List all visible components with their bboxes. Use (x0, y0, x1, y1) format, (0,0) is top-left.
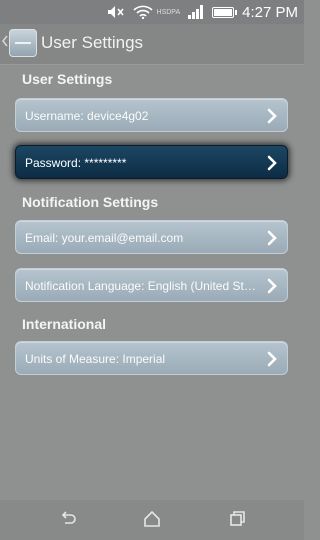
up-caret-icon[interactable] (2, 34, 8, 52)
mute-icon (107, 5, 125, 19)
section-header-user-settings: User Settings (22, 71, 113, 87)
chevron-right-icon (266, 230, 278, 246)
username-row[interactable]: Username: device4g02 (15, 98, 288, 132)
status-bar: HSDPA 4:27 PM (0, 0, 304, 24)
section-header-international: International (22, 316, 107, 332)
clock-suffix: PM (275, 3, 299, 21)
signal-strength-icon (188, 5, 204, 19)
username-label: Username: device4g02 (25, 109, 149, 123)
settings-list: User Settings Username: device4g02 Passw… (0, 65, 304, 500)
action-bar: User Settings (0, 24, 304, 65)
chevron-right-icon (266, 278, 278, 294)
notification-language-row[interactable]: Notification Language: English (United S… (15, 268, 288, 302)
password-row[interactable]: Password: ********* (15, 145, 288, 179)
chevron-right-icon (266, 108, 278, 124)
chevron-right-icon (266, 155, 278, 171)
recents-icon[interactable] (227, 510, 247, 528)
battery-icon (212, 6, 238, 18)
clock-time: 4:27 (242, 3, 272, 21)
home-icon[interactable] (142, 510, 162, 528)
password-label: Password: ********* (25, 156, 127, 170)
battery-level (214, 8, 233, 16)
units-of-measure-label: Units of Measure: Imperial (25, 352, 166, 366)
app-logo-icon[interactable] (9, 29, 37, 57)
network-type-label: HSDPA (156, 8, 181, 16)
units-of-measure-row[interactable]: Units of Measure: Imperial (15, 341, 288, 375)
section-header-notification-settings: Notification Settings (22, 194, 159, 210)
status-clock: 4:27 PM (242, 4, 298, 21)
page-title: User Settings (41, 33, 144, 52)
back-icon[interactable] (58, 510, 78, 528)
wifi-icon (132, 5, 153, 20)
notification-language-label: Notification Language: English (United S… (25, 279, 257, 293)
chevron-right-icon (266, 351, 278, 367)
email-row[interactable]: Email: your.email@email.com (15, 220, 288, 254)
navigation-bar (0, 500, 304, 540)
status-icons: HSDPA 4:27 PM (107, 3, 298, 21)
email-label: Email: your.email@email.com (25, 231, 184, 245)
